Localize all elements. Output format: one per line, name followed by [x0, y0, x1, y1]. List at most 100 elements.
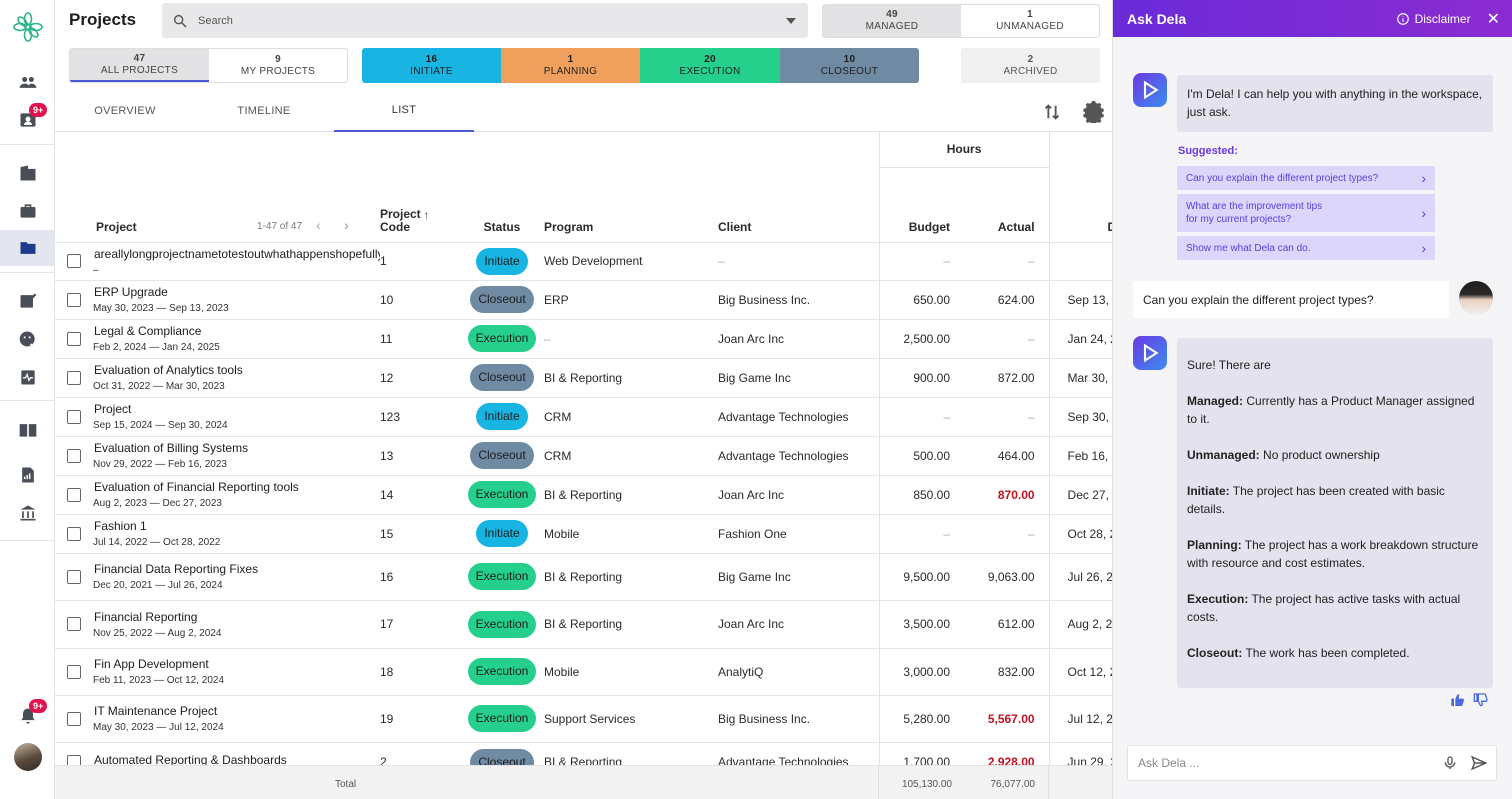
project-column-header[interactable]: Project 1-47 of 47 ‹ › [93, 167, 380, 242]
row-checkbox[interactable] [67, 370, 81, 385]
status-badge[interactable]: Execution [467, 658, 537, 685]
project-name[interactable]: areallylongprojectnametotestoutwhathappe… [94, 247, 380, 261]
sidebar-item-companies[interactable] [0, 155, 55, 191]
search-input[interactable]: Search [162, 3, 808, 38]
project-name[interactable]: Evaluation of Billing Systems [94, 441, 380, 455]
table-row[interactable]: areallylongprojectnametotestoutwhathappe… [55, 242, 1112, 281]
project-cell[interactable]: Evaluation of Analytics tools Oct 31, 202… [93, 358, 380, 398]
status-badge[interactable]: Initiate [476, 403, 528, 430]
chevron-left-icon[interactable]: ‹ [316, 217, 321, 233]
filter-initiate[interactable]: 16 INITIATE [362, 48, 501, 83]
filter-unmanaged[interactable]: 1 UNMANAGED [961, 5, 1099, 37]
chevron-down-icon[interactable] [786, 17, 796, 24]
project-name[interactable]: Evaluation of Analytics tools [94, 363, 380, 377]
project-cell[interactable]: Fin App Development Feb 11, 2023 — Oct 12… [93, 648, 380, 696]
date-column-header[interactable]: D [1049, 167, 1112, 242]
disclaimer-button[interactable]: Disclaimer [1396, 12, 1471, 26]
tab-timeline[interactable]: TIMELINE [194, 90, 334, 132]
project-cell[interactable]: Financial Reporting Nov 25, 2022 — Aug 2,… [93, 600, 380, 649]
row-checkbox[interactable] [67, 711, 81, 726]
client-column-header[interactable]: Client [718, 167, 879, 242]
sidebar-item-health[interactable] [0, 359, 55, 395]
suggestion-chip[interactable]: Show me what Dela can do. › [1177, 236, 1435, 260]
sidebar-item-finance[interactable] [0, 495, 55, 531]
suggestion-chip[interactable]: Can you explain the different project ty… [1177, 166, 1435, 190]
sidebar-item-reports[interactable] [0, 457, 55, 493]
table-row[interactable]: Evaluation of Financial Reporting tools A… [55, 475, 1112, 515]
project-name[interactable]: Financial Reporting [94, 610, 380, 624]
row-checkbox[interactable] [67, 254, 81, 268]
status-badge[interactable]: Initiate [476, 520, 528, 547]
sidebar-item-tasks[interactable] [0, 283, 55, 319]
row-checkbox[interactable] [67, 292, 81, 307]
chevron-right-icon[interactable]: › [344, 217, 349, 233]
status-badge[interactable]: Execution [467, 325, 537, 352]
project-name[interactable]: Project [94, 402, 380, 416]
sort-icon[interactable] [1041, 101, 1063, 123]
row-checkbox[interactable] [67, 331, 81, 346]
project-cell[interactable]: Evaluation of Billing Systems Nov 29, 202… [93, 436, 380, 476]
table-row[interactable]: Financial Reporting Nov 25, 2022 — Aug 2,… [55, 600, 1112, 649]
budget-column-header[interactable]: Budget [878, 167, 965, 242]
project-cell[interactable]: Evaluation of Financial Reporting tools A… [93, 475, 380, 515]
send-icon[interactable] [1470, 754, 1488, 772]
status-badge[interactable]: Initiate [476, 247, 528, 275]
row-checkbox[interactable] [67, 526, 81, 541]
filter-execution[interactable]: 20 EXECUTION [640, 48, 780, 83]
thumbs-down-icon[interactable] [1473, 692, 1489, 708]
row-checkbox[interactable] [67, 448, 81, 463]
status-badge[interactable]: Closeout [470, 364, 534, 391]
status-badge[interactable]: Closeout [470, 286, 534, 313]
status-badge[interactable]: Closeout [470, 442, 534, 469]
status-badge[interactable]: Execution [467, 481, 537, 508]
project-cell[interactable]: IT Maintenance Project May 30, 2023 — Jul… [93, 695, 380, 743]
filter-all-projects[interactable]: 47 ALL PROJECTS [70, 49, 209, 82]
status-badge[interactable]: Execution [467, 563, 537, 590]
filter-archived[interactable]: 2 ARCHIVED [961, 48, 1100, 83]
gear-icon[interactable] [1083, 101, 1105, 123]
project-name[interactable]: Financial Data Reporting Fixes [94, 562, 380, 576]
filter-managed[interactable]: 49 MANAGED [823, 5, 961, 37]
row-checkbox[interactable] [67, 617, 81, 631]
filter-closeout[interactable]: 10 CLOSEOUT [780, 48, 919, 83]
filter-my-projects[interactable]: 9 MY PROJECTS [209, 49, 347, 82]
project-cell[interactable]: Legal & Compliance Feb 2, 2024 — Jan 24, … [93, 319, 380, 359]
status-badge[interactable]: Execution [467, 705, 537, 732]
project-cell[interactable]: Fashion 1 Jul 14, 2022 — Oct 28, 2022 [93, 514, 380, 554]
table-row[interactable]: Fin App Development Feb 11, 2023 — Oct 12… [55, 648, 1112, 696]
microphone-icon[interactable] [1442, 755, 1458, 771]
code-column-header[interactable]: Project Code ↑ [380, 167, 460, 242]
actual-column-header[interactable]: Actual [964, 167, 1050, 242]
status-column-header[interactable]: Status [460, 167, 544, 242]
row-checkbox[interactable] [67, 664, 81, 679]
filter-planning[interactable]: 1 PLANNING [501, 48, 640, 83]
status-badge[interactable]: Execution [467, 610, 537, 638]
project-cell[interactable]: Project Sep 15, 2024 — Sep 30, 2024 [93, 397, 380, 437]
tab-list[interactable]: LIST [334, 90, 474, 132]
project-name[interactable]: Fin App Development [94, 657, 380, 671]
sidebar-item-people[interactable] [0, 64, 55, 100]
logo-icon[interactable] [12, 11, 44, 43]
project-name[interactable]: IT Maintenance Project [94, 704, 380, 718]
row-checkbox[interactable] [67, 487, 81, 502]
table-row[interactable]: Financial Data Reporting Fixes Dec 20, 20… [55, 553, 1112, 601]
sidebar-item-projects[interactable] [0, 230, 55, 266]
table-row[interactable]: Fashion 1 Jul 14, 2022 — Oct 28, 2022 15 In… [55, 514, 1112, 554]
table-row[interactable]: IT Maintenance Project May 30, 2023 — Jul… [55, 695, 1112, 743]
suggestion-chip[interactable]: What are the improvement tips for my cur… [1177, 194, 1435, 232]
ask-dela-input[interactable]: Ask Dela ... [1127, 745, 1497, 781]
project-cell[interactable]: Financial Data Reporting Fixes Dec 20, 20… [93, 553, 380, 601]
avatar[interactable] [14, 743, 42, 771]
sidebar-item-knowledge[interactable] [0, 412, 55, 448]
project-cell[interactable]: ERP Upgrade May 30, 2023 — Sep 13, 2023 [93, 280, 380, 320]
sidebar-item-resources[interactable] [0, 321, 55, 357]
sidebar-item-portfolio[interactable] [0, 193, 55, 229]
row-checkbox[interactable] [67, 409, 81, 424]
project-cell[interactable]: areallylongprojectnametotestoutwhathappe… [93, 242, 380, 281]
thumbs-up-icon[interactable] [1450, 692, 1466, 708]
tab-overview[interactable]: OVERVIEW [55, 90, 195, 132]
table-row[interactable]: Evaluation of Analytics tools Oct 31, 202… [55, 358, 1112, 398]
project-name[interactable]: ERP Upgrade [94, 285, 380, 299]
project-name[interactable]: Evaluation of Financial Reporting tools [94, 480, 380, 494]
project-name[interactable]: Legal & Compliance [94, 324, 380, 338]
